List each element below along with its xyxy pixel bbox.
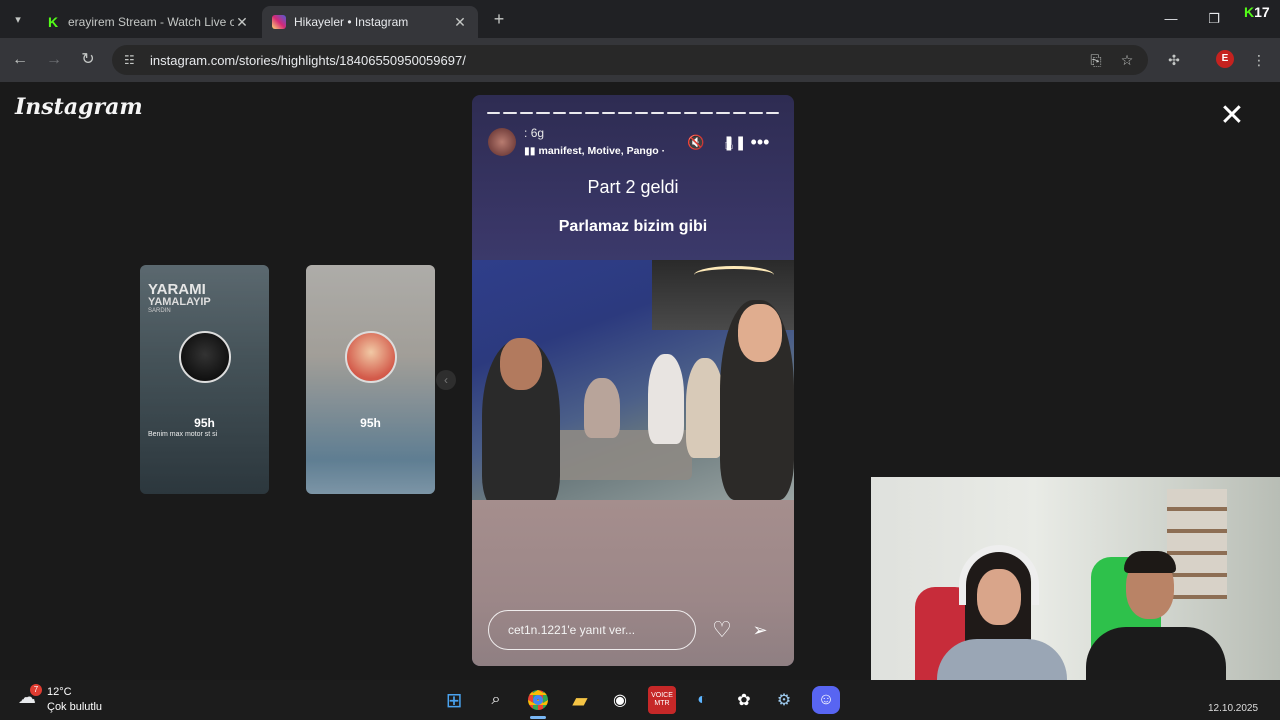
tab-title: erayirem Stream - Watch Live o <box>68 15 234 29</box>
previous-story-chevron-icon[interactable]: ‹ <box>436 370 456 390</box>
chrome-icon[interactable] <box>524 686 552 714</box>
story-age: 6g <box>530 126 545 140</box>
story-photo <box>472 260 794 500</box>
menu-kebab-icon[interactable]: ⋮ <box>1249 50 1269 70</box>
story-user-line[interactable]: : 6g <box>524 126 544 140</box>
progress-segment <box>487 112 501 114</box>
weather-description[interactable]: Çok bulutlu <box>47 701 102 713</box>
preview-avatar <box>345 331 397 383</box>
progress-segment <box>585 112 599 114</box>
progress-segment <box>650 112 665 114</box>
mouse-cursor-icon: ☝ <box>724 136 734 153</box>
discord-icon[interactable]: ☺ <box>812 686 840 714</box>
kick-icon: K <box>47 14 59 30</box>
file-explorer-icon[interactable]: ▰ <box>566 686 594 714</box>
tab-instagram[interactable]: Hikayeler • Instagram ✕ <box>262 6 478 38</box>
progress-segment <box>634 112 648 114</box>
progress-segment <box>667 112 681 114</box>
back-arrow-icon[interactable]: ← <box>8 48 32 72</box>
progress-segment <box>716 112 730 114</box>
reply-input[interactable]: cet1n.1221'e yanıt ver... <box>488 610 696 650</box>
progress-segment <box>618 112 632 114</box>
tab-title: Hikayeler • Instagram <box>294 15 409 29</box>
preview-time: 95h <box>360 416 381 430</box>
progress-segment <box>536 112 550 114</box>
headphones-icon <box>959 545 1039 605</box>
more-options-icon[interactable]: ••• <box>750 132 770 152</box>
story-preview-2[interactable]: 95h <box>306 265 435 494</box>
chatgpt-icon[interactable]: ✿ <box>730 686 758 714</box>
preview-caption: YARAMI <box>148 281 206 298</box>
progress-segment <box>601 112 616 114</box>
close-tab-icon[interactable]: ✕ <box>452 14 468 31</box>
bookmark-star-icon[interactable]: ☆ <box>1117 50 1137 70</box>
taskbar-clock[interactable]: 12.10.2025 <box>1208 703 1258 714</box>
obs-icon[interactable]: ◉ <box>606 686 634 714</box>
instagram-icon <box>272 15 286 29</box>
story-text-line-1: Part 2 geldi <box>587 177 679 197</box>
instagram-logo[interactable]: Instagram <box>15 94 143 120</box>
reload-icon[interactable]: ↻ <box>76 48 100 72</box>
weather-temperature[interactable]: 12°C <box>47 686 72 698</box>
progress-segment <box>683 112 698 114</box>
tab-strip: ▾ K erayirem Stream - Watch Live o ✕ Hik… <box>0 0 1280 38</box>
preview-caption: Benim max motor st si <box>148 431 218 438</box>
preview-caption: SARDIN <box>148 308 171 314</box>
app-icon[interactable]: ◐ <box>688 686 716 714</box>
voicemeeter-icon[interactable]: VOICE MTR <box>648 686 676 714</box>
kick-overlay-badge: K17 <box>1244 4 1270 20</box>
steam-icon[interactable]: ⚙ <box>770 686 798 714</box>
tab-search-dropdown[interactable]: ▾ <box>6 8 30 30</box>
url-text: instagram.com/stories/highlights/1840655… <box>150 52 466 68</box>
progress-segment <box>700 112 714 114</box>
profile-avatar[interactable]: E <box>1216 50 1234 68</box>
address-bar[interactable]: ☷ instagram.com/stories/highlights/18406… <box>112 45 1148 75</box>
minimize-icon[interactable]: — <box>1160 8 1182 30</box>
progress-segment <box>503 112 517 114</box>
progress-segment <box>519 112 534 114</box>
progress-segment <box>749 112 763 114</box>
story-user-avatar[interactable] <box>488 128 516 156</box>
windows-taskbar <box>0 680 1280 720</box>
story-progress-bar <box>487 112 780 114</box>
progress-segment <box>765 112 780 114</box>
webcam-overlay <box>871 477 1280 706</box>
close-stories-icon[interactable]: ✕ <box>1218 101 1246 131</box>
new-tab-button[interactable]: + <box>488 9 510 31</box>
progress-segment <box>552 112 566 114</box>
extensions-icon[interactable]: ✣ <box>1164 50 1184 70</box>
install-app-icon[interactable]: ⎘ <box>1086 50 1106 70</box>
progress-segment <box>568 112 583 114</box>
story-text-line-2: Parlamaz bizim gibi <box>558 218 708 235</box>
forward-arrow-icon[interactable]: → <box>42 48 66 72</box>
progress-segment <box>732 112 747 114</box>
site-info-icon[interactable]: ☷ <box>124 53 140 67</box>
story-preview-1[interactable]: YARAMI YAMALAYIP SARDIN 95h Benim max mo… <box>140 265 269 494</box>
weather-badge: 7 <box>30 684 42 696</box>
mute-icon[interactable]: 🔇 <box>686 132 706 152</box>
preview-avatar <box>179 331 231 383</box>
story-viewer[interactable]: : 6g ▮▮ manifest, Motive, Pango · 🔇 ❚❚ •… <box>472 95 794 666</box>
send-icon[interactable]: ➢ <box>748 618 772 642</box>
windows-start-icon[interactable]: ⊞ <box>440 686 468 714</box>
heart-icon[interactable]: ♡ <box>710 618 734 642</box>
story-music[interactable]: ▮▮ manifest, Motive, Pango · <box>524 145 665 157</box>
preview-caption: YAMALAYIP <box>148 296 211 308</box>
close-tab-icon[interactable]: ✕ <box>234 14 250 31</box>
restore-icon[interactable]: ❐ <box>1203 8 1225 30</box>
music-bars-icon: ▮▮ <box>524 145 536 157</box>
active-app-indicator <box>530 716 546 719</box>
tab-kick-stream[interactable]: K erayirem Stream - Watch Live o ✕ <box>36 6 260 38</box>
search-icon[interactable]: ⌕ <box>482 686 510 714</box>
preview-time: 95h <box>194 416 215 430</box>
